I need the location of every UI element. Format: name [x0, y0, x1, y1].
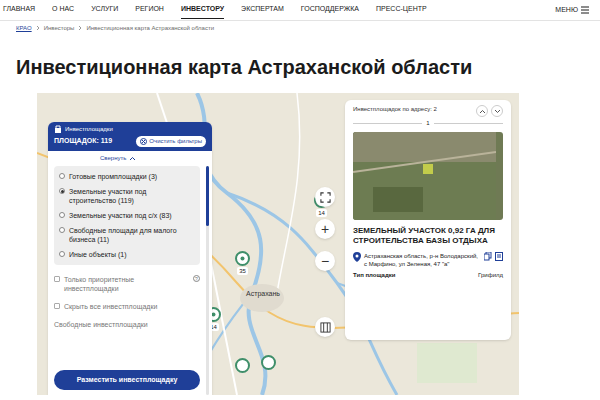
type-radio[interactable]: Земельные участки под с/х (83) [59, 211, 195, 220]
page-number: 1 [426, 119, 429, 128]
site-count: ПЛОЩАДОК: 119 [54, 136, 112, 147]
type-radio[interactable]: Земельные участки под строительство (119… [59, 187, 195, 205]
nav-item[interactable]: УСЛУГИ [91, 1, 118, 19]
building-icon [54, 125, 62, 134]
radio-button [59, 227, 65, 233]
city-label: Астрахань [246, 289, 280, 300]
nav-item[interactable]: ЭКСПЕРТАМ [241, 1, 284, 19]
filter-header: Инвестплощадки ПЛОЩАДОК: 119 Очистить филь… [48, 122, 212, 151]
chevron-down-icon [494, 109, 501, 114]
site-address: Астраханская область, р-н Володарский, с… [345, 252, 511, 268]
checkbox [54, 303, 60, 309]
radio-button [59, 188, 65, 194]
radio-button [59, 251, 65, 257]
option-checkbox[interactable]: Только приоритетные инвестплощадки? [54, 275, 200, 293]
type-radio[interactable]: Готовые промплощадки (3) [59, 172, 195, 181]
dot-icon [239, 255, 246, 262]
document-icon [495, 252, 503, 261]
nav-item[interactable]: РЕГИОН [135, 1, 164, 19]
type-radio[interactable]: Свободные площади для малого бизнеса (11… [59, 226, 195, 244]
fullscreen-button[interactable] [315, 187, 335, 207]
site-marker[interactable] [235, 358, 250, 373]
option-checkbox[interactable]: Скрыть все инвестплощадки [54, 302, 200, 311]
filter-panel: Инвестплощадки ПЛОЩАДОК: 119 Очистить филь… [48, 122, 212, 395]
site-title: ЗЕМЕЛЬНЫЙ УЧАСТОК 0,92 ГА ДЛЯ СТРОИТЕЛЬС… [345, 226, 511, 246]
nav-item[interactable]: О НАС [52, 1, 74, 19]
site-marker[interactable] [261, 355, 276, 370]
add-site-button[interactable]: Разместить инвестплощадку [54, 370, 200, 390]
map[interactable]: 143514 Астрахань + − ИнвестплощадкиПЛОЩА… [37, 93, 519, 395]
zoom-in-button[interactable]: + [315, 219, 335, 239]
chevron-up-icon [129, 156, 136, 161]
radio-dot [61, 190, 64, 193]
breadcrumb-item: Инвестиционная карта Астраханской област… [86, 24, 214, 33]
copy-icon [484, 252, 492, 261]
zoom-out-button[interactable]: − [315, 251, 335, 271]
map-controls: + − [315, 187, 335, 337]
cluster-marker[interactable]: 35 [235, 251, 250, 275]
cluster-count: 14 [316, 209, 327, 217]
nav-item[interactable]: ПРЕСС-ЦЕНТР [376, 1, 427, 19]
nav-item[interactable]: ГОСПОДДЕРЖКА [301, 1, 359, 19]
pager: 1 [345, 119, 511, 128]
chevron-up-icon [479, 109, 486, 114]
site-photo [353, 132, 503, 220]
radio-button [59, 173, 65, 179]
breadcrumbs: КРАО Инвесторы Инвестиционная карта Астрах… [0, 21, 600, 35]
collapse-button[interactable]: Свернуть [48, 151, 212, 166]
type-radio[interactable]: Иные объекты (1) [59, 250, 195, 259]
hamburger-icon [581, 6, 589, 14]
layout-button[interactable] [315, 317, 335, 337]
expand-icon [320, 192, 331, 203]
help-icon[interactable]: ? [193, 275, 200, 282]
site-type: Тип площадкиГрифилд [345, 271, 511, 280]
menu-button[interactable]: МЕНЮ [555, 5, 589, 16]
nav-item[interactable]: ГЛАВНАЯ [3, 1, 35, 19]
breadcrumb-item[interactable]: КРАО [16, 24, 32, 33]
copy-button[interactable] [484, 252, 503, 261]
chevron-icon [36, 25, 40, 31]
result-panel: Инвестплощадок по адресу: 2 1 ЗЕМЕЛЬНЫЙ УЧ… [345, 100, 511, 340]
nav-item[interactable]: ИНВЕСТОРУ [181, 1, 224, 19]
filter-tab[interactable]: Инвестплощадки [54, 125, 206, 134]
scroll-thumb[interactable] [206, 166, 209, 226]
columns-icon [320, 322, 331, 333]
page-title: Инвестиционная карта Астраханской област… [0, 35, 600, 93]
radio-button [59, 212, 65, 218]
cluster-count: 35 [237, 267, 248, 275]
nav-menu: ГЛАВНАЯ О НАС УСЛУГИ РЕГИОН ИНВЕСТОРУ ЭКСПЕРТ… [3, 1, 427, 19]
checkbox [54, 276, 60, 282]
top-nav: ГЛАВНАЯ О НАС УСЛУГИ РЕГИОН ИНВЕСТОРУ ЭКСПЕРТ… [0, 0, 600, 20]
next-button[interactable] [491, 105, 503, 117]
menu-label: МЕНЮ [555, 5, 578, 16]
scrollbar[interactable] [206, 166, 209, 395]
pin-icon [353, 252, 361, 262]
chevron-icon [78, 25, 82, 31]
close-icon [140, 138, 147, 145]
type-list: Готовые промплощадки (3) Земельные участк… [54, 166, 200, 265]
marker-icon [235, 251, 250, 266]
section-label: Свободные инвестплощадки [54, 320, 200, 331]
satellite-image [353, 132, 496, 220]
prev-button[interactable] [476, 105, 488, 117]
clear-filters-button[interactable]: Очистить фильтры [136, 136, 206, 147]
results-header: Инвестплощадок по адресу: 2 [353, 105, 476, 113]
breadcrumb-item[interactable]: Инвесторы [44, 24, 75, 33]
